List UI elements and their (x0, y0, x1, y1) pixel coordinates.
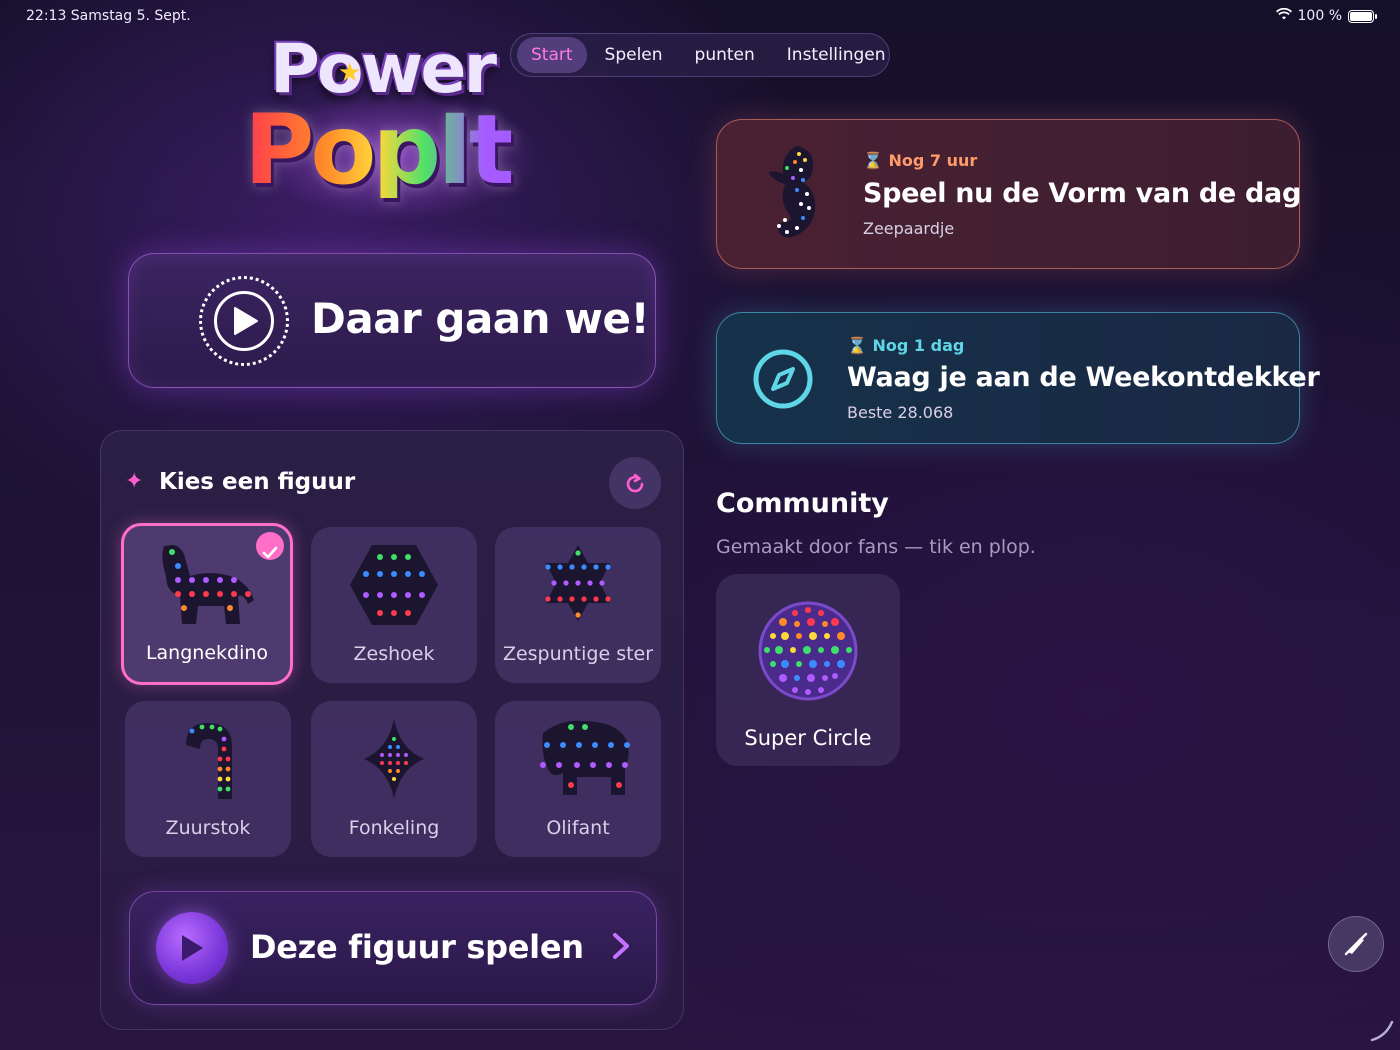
shape-tile-label: Langnekdino (145, 642, 269, 664)
sparkle-shape-icon (364, 719, 424, 799)
weekly-timer: ⌛ Nog 1 dag (847, 336, 964, 355)
daily-timer-text: Nog 7 uur (888, 151, 978, 170)
status-right: 100 % (1275, 7, 1377, 24)
candy-cane-shape-icon (186, 723, 232, 799)
shape-tile-zuurstok[interactable]: Zuurstok (125, 701, 291, 857)
shape-tile-fonkeling[interactable]: Fonkeling (311, 701, 477, 857)
status-time-date: 22:13 Samstag 5. Sept. (26, 8, 191, 24)
play-selected-shape-label: Deze figuur spelen (250, 928, 584, 966)
community-subtitle: Gemaakt door fans — tik en plop. (716, 536, 1036, 558)
play-circle-icon (199, 276, 289, 366)
super-circle-shape-icon (757, 600, 859, 706)
play-selected-shape-button[interactable]: Deze figuur spelen (129, 891, 657, 1005)
sound-toggle-button[interactable] (1328, 916, 1384, 972)
community-item-super-circle[interactable]: Super Circle (716, 574, 900, 766)
refresh-button[interactable] (609, 457, 661, 509)
shape-picker-panel: ✦ Kies een figuur Langnekdino Zeshoek Ze… (100, 430, 684, 1030)
battery-icon (1348, 9, 1377, 23)
tab-start[interactable]: Start (517, 37, 587, 73)
daily-shape-card[interactable]: ⌛ Nog 7 uur Speel nu de Vorm van de dag … (716, 119, 1302, 269)
daily-subtitle: Zeepaardje (863, 219, 955, 238)
weekly-best-score: Beste 28.068 (847, 403, 954, 422)
tab-instellingen[interactable]: Instellingen (773, 37, 900, 73)
shape-tile-label: Zuurstok (165, 817, 251, 839)
hexagon-shape-icon (350, 545, 438, 625)
shape-tile-label: Zeshoek (353, 643, 435, 665)
refresh-icon (626, 473, 644, 493)
play-icon (156, 912, 228, 984)
dino-shape-icon (162, 545, 254, 624)
wifi-icon (1275, 7, 1292, 24)
sparkle-icon: ✦ (125, 469, 144, 494)
selected-check-icon (256, 532, 284, 560)
corner-indicator-icon (1368, 1016, 1396, 1048)
top-navigation: Start Spelen punten Instellingen (510, 33, 890, 77)
seahorse-shape-icon (757, 140, 837, 254)
app-logo: Power ★ PopIt (240, 30, 550, 220)
logo-star-icon: ★ (338, 58, 362, 88)
shape-tile-zeshoek[interactable]: Zeshoek (311, 527, 477, 683)
hourglass-icon: ⌛ (863, 151, 883, 170)
quick-play-button[interactable]: Daar gaan we! (128, 253, 656, 388)
elephant-shape-icon (540, 720, 630, 795)
daily-timer: ⌛ Nog 7 uur (863, 151, 977, 170)
shape-tile-olifant[interactable]: Olifant (495, 701, 661, 857)
shape-tile-zespuntige-ster[interactable]: Zespuntige ster (495, 527, 661, 683)
shape-picker-title: Kies een figuur (159, 469, 356, 495)
community-heading: Community (716, 488, 889, 519)
weekly-timer-text: Nog 1 dag (872, 336, 965, 355)
weekly-challenge-card[interactable]: ⌛ Nog 1 dag Waag je aan de Weekontdekker… (716, 312, 1320, 444)
star-shape-icon (545, 545, 611, 621)
tab-punten[interactable]: punten (681, 37, 769, 73)
shape-tile-label: Olifant (546, 817, 610, 839)
compass-icon (751, 347, 815, 415)
shape-tile-langnekdino[interactable]: Langnekdino (121, 523, 293, 685)
chevron-right-icon (612, 932, 630, 964)
shape-tile-label: Zespuntige ster (502, 643, 654, 665)
community-item-label: Super Circle (744, 726, 872, 750)
hourglass-icon: ⌛ (847, 336, 867, 355)
weekly-title: Waag je aan de Weekontdekker (847, 362, 1320, 393)
shape-tile-label: Fonkeling (348, 817, 440, 839)
battery-percent: 100 % (1297, 8, 1342, 24)
mute-icon (1344, 932, 1368, 956)
tab-spelen[interactable]: Spelen (591, 37, 677, 73)
quick-play-title: Daar gaan we! (311, 294, 650, 343)
logo-line-popit: PopIt (244, 94, 515, 206)
daily-title: Speel nu de Vorm van de dag (863, 178, 1302, 209)
